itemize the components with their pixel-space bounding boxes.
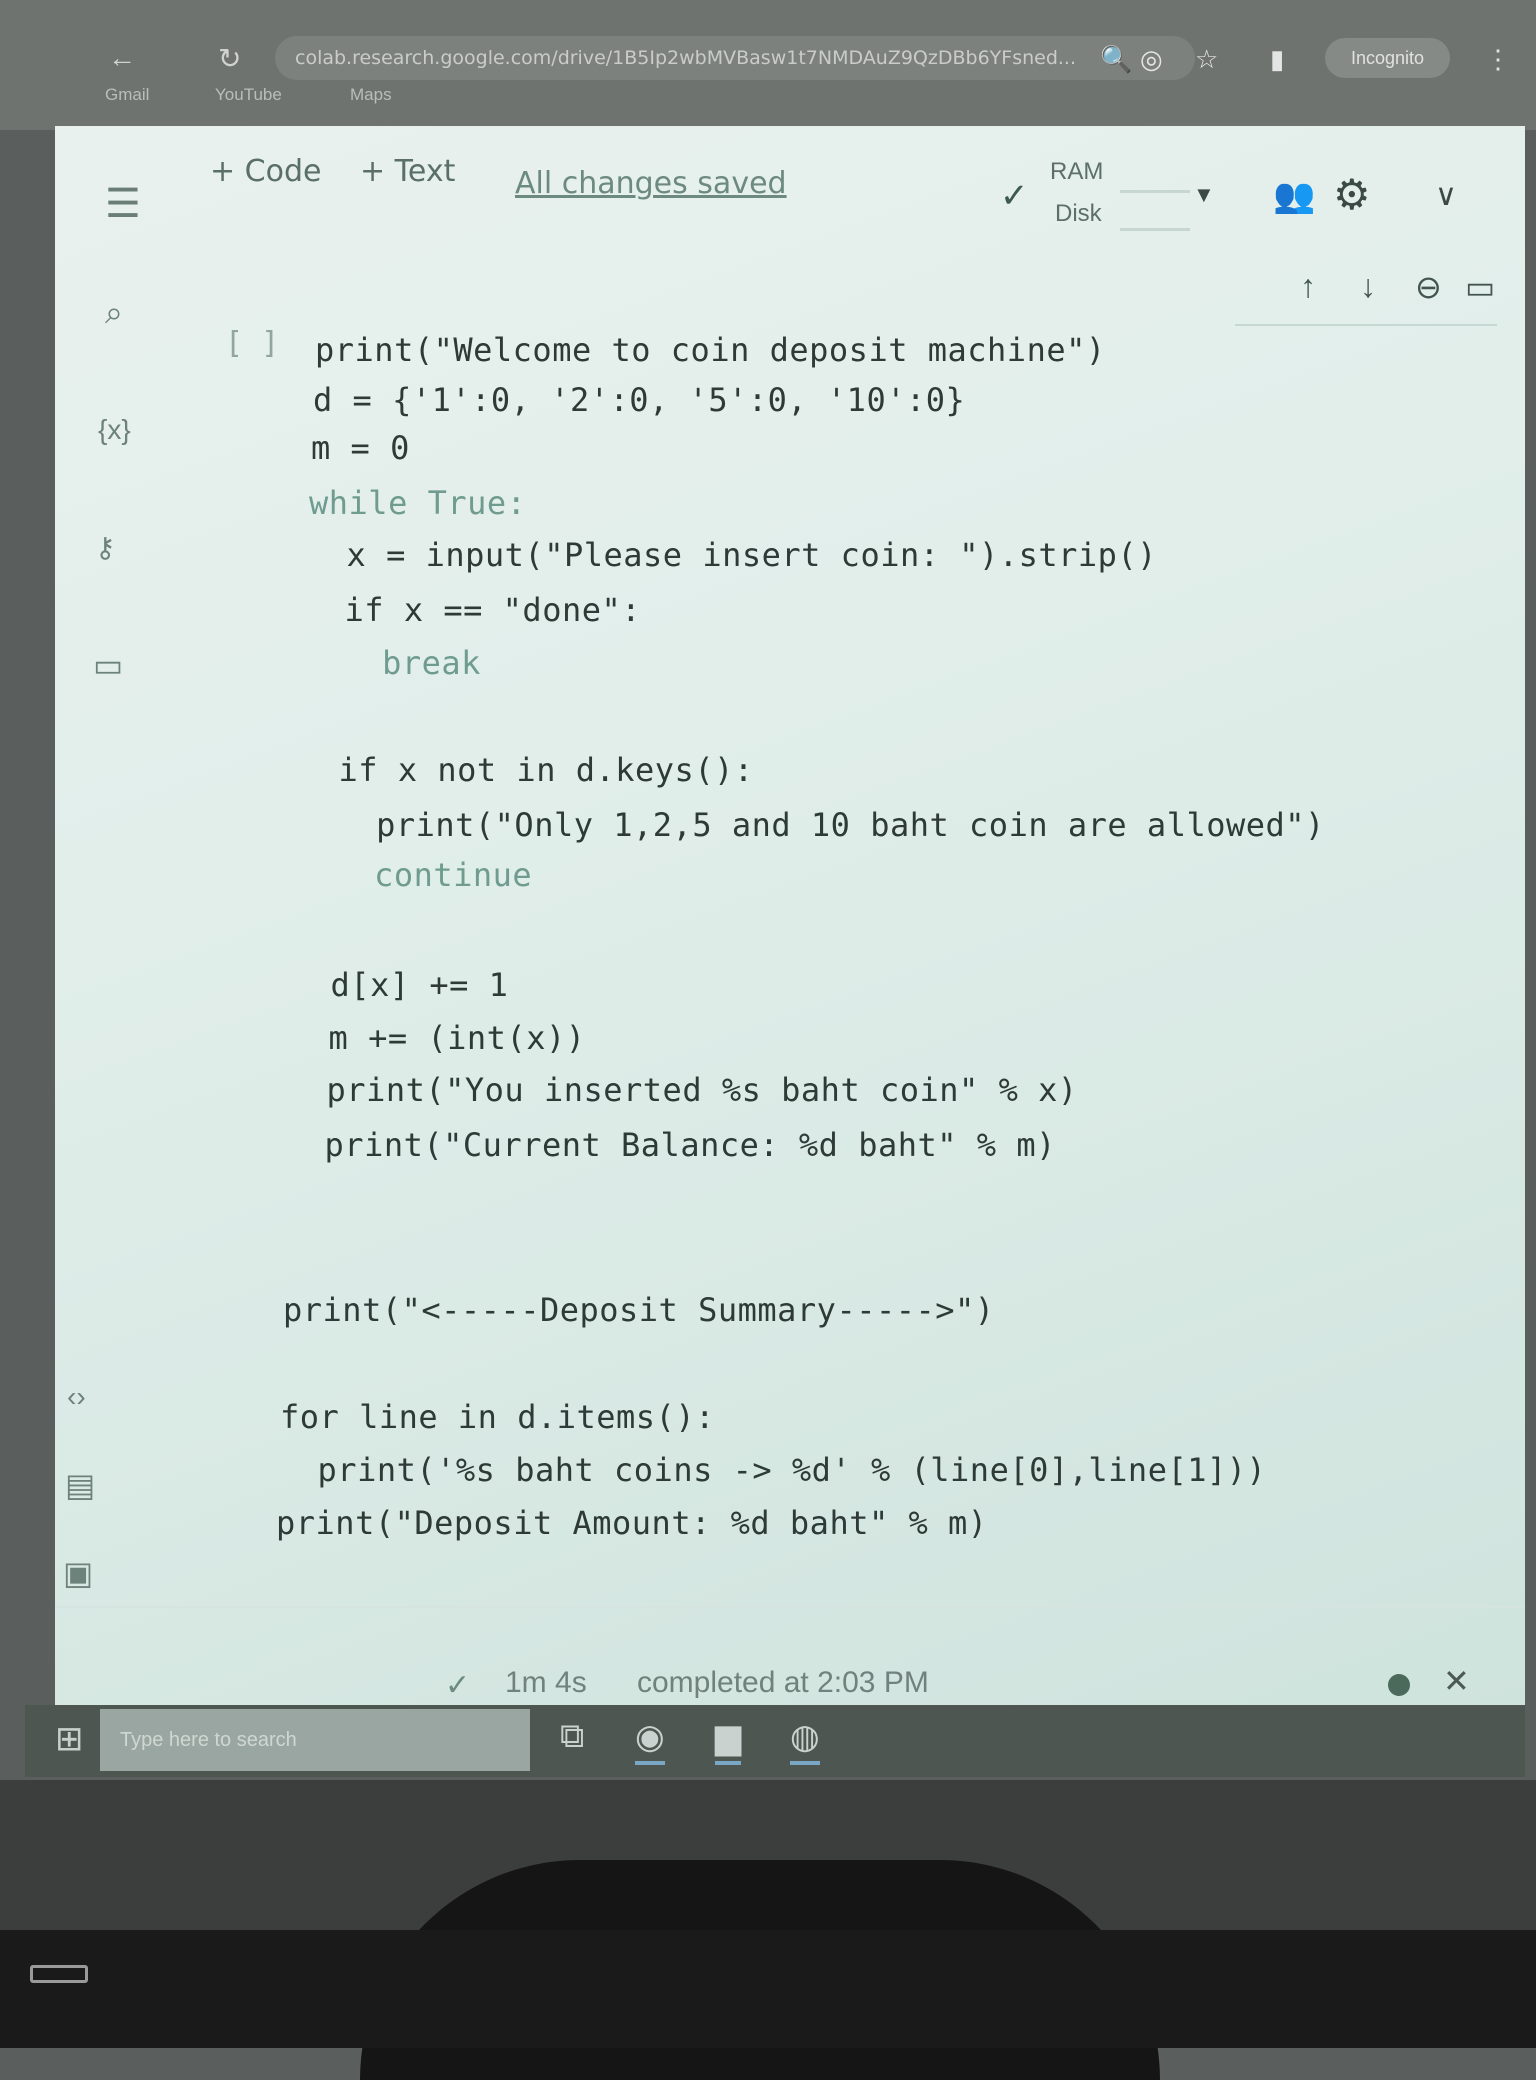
code-line: print("Only 1,2,5 and 10 baht coin are a… xyxy=(297,806,1325,844)
bookmark-gmail[interactable]: Gmail xyxy=(105,85,149,105)
browser-chrome: ← ↻ ⇋ colab.research.google.com/drive/1B… xyxy=(0,0,1536,130)
code-line: m = 0 xyxy=(311,429,410,467)
code-line: print("Welcome to coin deposit machine") xyxy=(315,331,1106,369)
screen-bezel xyxy=(0,1930,1536,2048)
file-explorer-icon[interactable]: ▆ xyxy=(715,1717,742,1765)
reload-icon[interactable]: ↻ xyxy=(218,42,241,75)
taskbar-search[interactable]: Type here to search xyxy=(100,1709,530,1771)
bookmark-maps[interactable]: Maps xyxy=(350,85,392,105)
runtime-status-dot[interactable] xyxy=(1388,1674,1410,1696)
code-line: continue xyxy=(295,856,533,894)
address-row: ← ↻ ⇋ colab.research.google.com/drive/1B… xyxy=(100,32,1520,92)
back-icon[interactable]: ← xyxy=(108,42,136,74)
execution-success-icon: ✓ xyxy=(445,1669,471,1702)
bookmark-youtube[interactable]: YouTube xyxy=(215,85,282,105)
code-line: print("<-----Deposit Summary----->") xyxy=(283,1291,995,1329)
tracking-icon[interactable]: ◎ xyxy=(1140,44,1163,75)
bezel-indicator xyxy=(30,1965,88,1983)
chrome-browser-icon[interactable]: ◍ xyxy=(790,1717,820,1765)
incognito-label: Incognito xyxy=(1350,48,1425,68)
execution-status[interactable]: completed at 2:03 PM xyxy=(637,1666,929,1700)
code-line: break xyxy=(303,644,481,682)
address-bar[interactable]: colab.research.google.com/drive/1B5Ip2wb… xyxy=(275,36,1195,80)
taskbar-search-placeholder: Type here to search xyxy=(120,1729,297,1751)
code-line: print("You inserted %s baht coin" % x) xyxy=(287,1071,1078,1109)
code-line: print("Deposit Amount: %d baht" % m) xyxy=(276,1504,988,1542)
code-line: d = {'1':0, '2':0, '5':0, '10':0} xyxy=(313,381,966,419)
status-divider xyxy=(55,1606,1525,1608)
windows-start-icon[interactable]: ⊞ xyxy=(55,1719,84,1759)
code-editor[interactable]: print("Welcome to coin deposit machine")… xyxy=(55,126,1525,1711)
code-line: d[x] += 1 xyxy=(291,966,509,1004)
more-menu-icon[interactable]: ⋮ xyxy=(1485,44,1511,75)
zoom-icon[interactable]: 🔍 xyxy=(1100,44,1132,75)
taskbar: ⊞ Type here to search ⧉ ◉ ▆ ◍ xyxy=(25,1705,1525,1777)
extension-icon[interactable]: ▮ xyxy=(1270,44,1284,75)
colab-notebook: ☰ + Code + Text All changes saved ✓ RAM … xyxy=(55,126,1525,1711)
code-line: while True: xyxy=(309,484,527,522)
code-line: for line in d.items(): xyxy=(280,1398,715,1436)
code-line: x = input("Please insert coin: ").strip(… xyxy=(307,536,1157,574)
code-line: m += (int(x)) xyxy=(289,1019,586,1057)
close-status-icon[interactable]: ✕ xyxy=(1443,1662,1470,1700)
code-line: print("Current Balance: %d baht" % m) xyxy=(285,1126,1056,1164)
edge-browser-icon[interactable]: ◉ xyxy=(635,1717,665,1765)
incognito-profile-chip[interactable]: Incognito xyxy=(1325,38,1450,78)
bookmark-star-icon[interactable]: ☆ xyxy=(1195,44,1218,75)
execution-duration: 1m 4s xyxy=(505,1666,587,1699)
bookmarks-bar: Gmail YouTube Maps xyxy=(100,85,700,115)
task-view-icon[interactable]: ⧉ xyxy=(560,1717,584,1756)
code-line: print('%s baht coins -> %d' % (line[0],l… xyxy=(278,1451,1267,1489)
code-line: if x not in d.keys(): xyxy=(299,751,754,789)
code-line: if x == "done": xyxy=(305,591,642,629)
